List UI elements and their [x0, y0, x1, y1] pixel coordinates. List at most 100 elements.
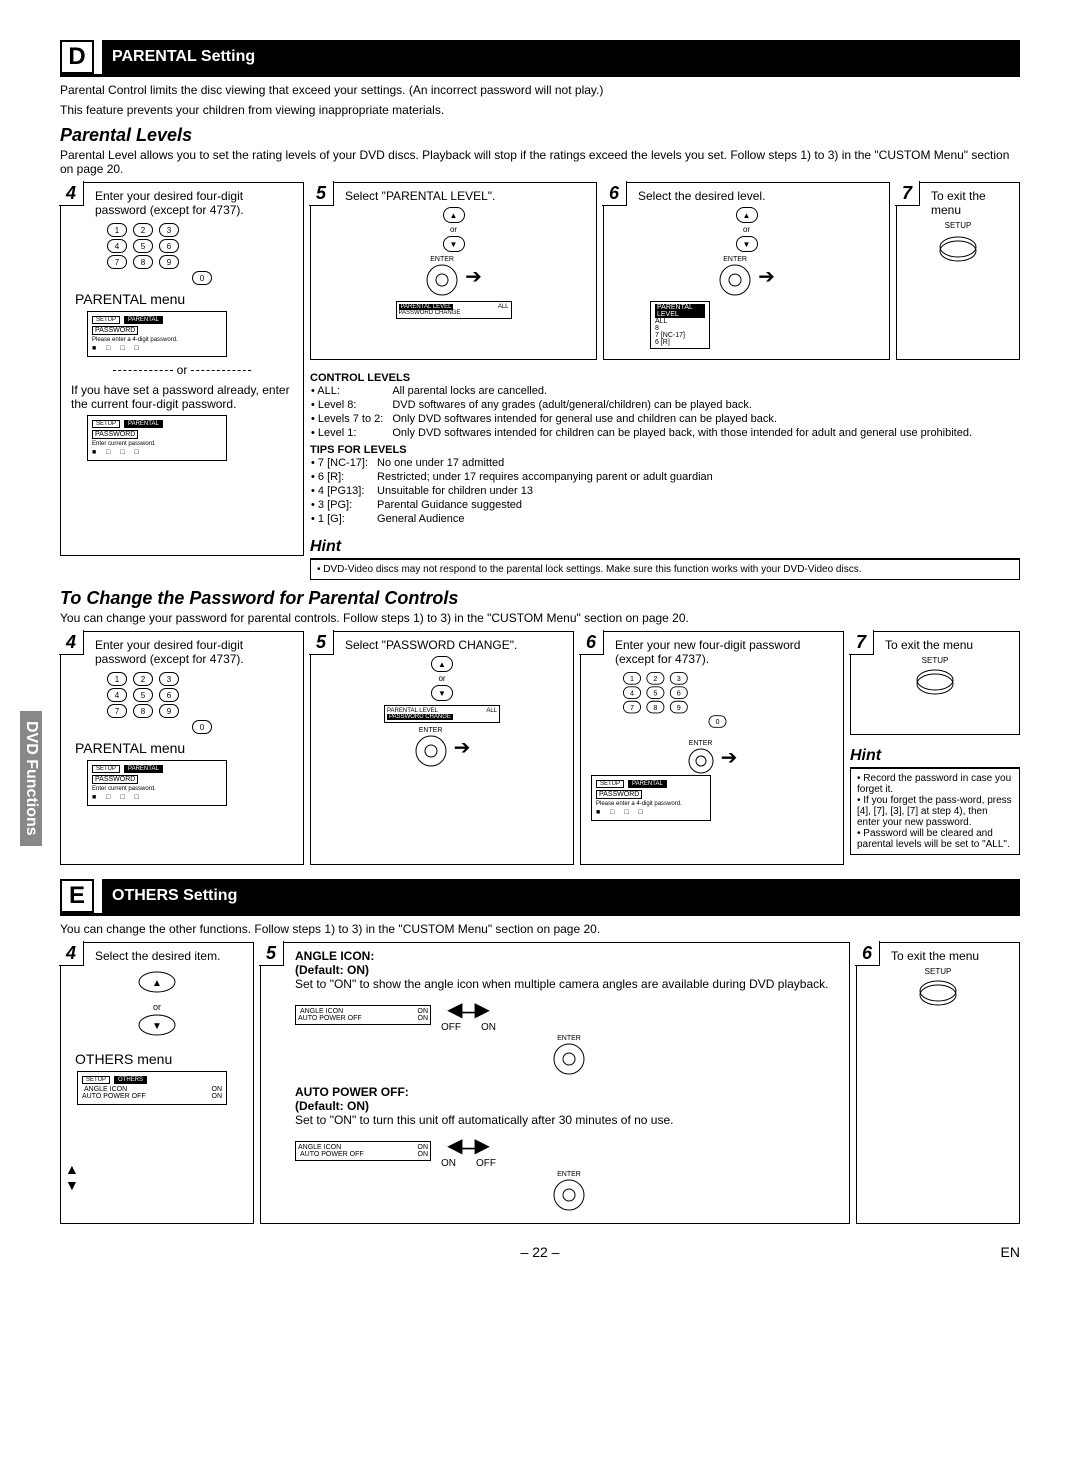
control-levels-title: CONTROL LEVELS: [310, 372, 1020, 384]
down-arrow-icon: ▼: [431, 685, 453, 701]
step-5b-text: Select "PASSWORD CHANGE".: [345, 638, 567, 652]
password-field: PASSWORD: [95, 327, 135, 334]
step-7b: 7 To exit the menu SETUP: [850, 631, 1020, 735]
hint-body: • DVD-Video discs may not respond to the…: [310, 560, 1020, 580]
keypad-icon: 123 456 789 0: [587, 672, 812, 728]
step-number: 6: [602, 181, 627, 206]
enter-wheel-icon: [687, 747, 715, 775]
others-steps: 4 Select the desired item. ▲ or ▼ OTHERS…: [60, 942, 1020, 1224]
section-title: OTHERS Setting: [102, 879, 1020, 913]
menu-msg: Please enter a 4-digit password.: [92, 337, 222, 343]
keypad-icon: 123 456 789 0: [67, 223, 297, 285]
menu-msg-2: Enter current password.: [92, 441, 222, 447]
step-number: 5: [309, 181, 334, 206]
step-5c: 5 ANGLE ICON: (Default: ON) Set to "ON" …: [260, 942, 850, 1224]
change-pwd-steps: 4 Enter your desired four-digit password…: [60, 631, 1020, 865]
hint-title: Hint: [310, 538, 1020, 560]
step-number: 7: [849, 630, 874, 655]
down-arrow-icon: ▼: [443, 236, 465, 252]
setup-button-icon: [915, 667, 955, 697]
parental-levels-steps: 4 Enter your desired four-digit password…: [60, 182, 1020, 580]
step-number: 5: [259, 941, 284, 966]
step-7: 7 To exit the menu SETUP: [896, 182, 1020, 360]
section-d-intro2: This feature prevents your children from…: [60, 103, 1020, 117]
parental-btn: PARENTAL: [124, 765, 163, 773]
parental-btn: PARENTAL: [628, 780, 667, 788]
setup-btn: SETUP: [92, 316, 120, 324]
password-dots: ■ □ □ □: [92, 794, 222, 801]
step-7-text: To exit the menu: [931, 189, 1013, 217]
parental-menu-box-b: SETUP PARENTAL PASSWORD Enter current pa…: [87, 760, 227, 806]
down-arrow-icon: ▼: [736, 236, 758, 252]
step-4b: 4 Enter your desired four-digit password…: [60, 631, 304, 865]
others-btn: OTHERS: [114, 1076, 147, 1084]
section-e-header: E OTHERS Setting: [60, 879, 1020, 916]
page-content: D PARENTAL Setting Parental Control limi…: [60, 40, 1020, 1260]
step-number: 4: [59, 181, 84, 206]
change-pwd-area: DVD Functions 4 Enter your desired four-…: [60, 631, 1020, 865]
enter-wheel-icon: [552, 1042, 586, 1076]
hint-body: • Record the password in case you forget…: [850, 769, 1020, 855]
password-dots: ■ □ □ □: [92, 449, 222, 456]
level-list: PARENTAL LEVEL ALL 8 7 [NC-17] 6 [R]: [650, 301, 710, 349]
right-arrow-icon: ➔: [758, 264, 775, 289]
svg-text:▲: ▲: [152, 978, 162, 989]
others-menu-label: OTHERS menu: [75, 1051, 247, 1067]
angle-desc: Set to "ON" to show the angle icon when …: [295, 977, 843, 991]
step7-and-hint: 7 To exit the menu SETUP Hint • Record t…: [850, 631, 1020, 855]
page-footer: – 22 – EN: [60, 1244, 1020, 1260]
parental-levels-desc: Parental Level allows you to set the rat…: [60, 148, 1020, 176]
hint-title: Hint: [850, 747, 1020, 769]
setup-btn: SETUP: [82, 1076, 110, 1084]
menu-msg-b: Enter current password.: [92, 786, 222, 792]
parental-btn: PARENTAL: [124, 316, 163, 324]
setup-label: SETUP: [903, 221, 1013, 230]
right-arrow-icon: ➔: [721, 745, 738, 770]
step-4b-text: Enter your desired four-digit password (…: [95, 638, 297, 666]
parental-levels-title: Parental Levels: [60, 125, 1020, 146]
section-title: PARENTAL Setting: [102, 40, 1020, 74]
enter-wheel-icon: [552, 1178, 586, 1212]
enter-label: ENTER: [295, 1035, 843, 1042]
or-small: or: [317, 225, 590, 234]
angle-toggle: ANGLE ICONON AUTO POWER OFFON: [295, 1005, 431, 1025]
step5-and-info: 5 Select "PARENTAL LEVEL". ▲ or ▼ ENTER …: [310, 182, 1020, 580]
enter-label: ENTER: [687, 740, 715, 747]
parental-btn: PARENTAL: [124, 420, 163, 428]
enter-label: ENTER: [414, 727, 448, 734]
setup-button-icon: [938, 234, 978, 264]
angle-title: ANGLE ICON:: [295, 949, 374, 963]
enter-label: ENTER: [295, 1171, 843, 1178]
step-5b: 5 Select "PASSWORD CHANGE". ▲ or ▼ PAREN…: [310, 631, 574, 865]
parental-menu-box-2: SETUP PARENTAL PASSWORD Enter current pa…: [87, 415, 227, 461]
right-arrow-icon: ➔: [454, 735, 471, 760]
step-6: 6 Select the desired level. ▲ or ▼ ENTER…: [603, 182, 890, 360]
step-number: 7: [895, 181, 920, 206]
right-arrow-icon: ➔: [465, 264, 482, 289]
menu-box-6b: SETUP PARENTAL PASSWORD Please enter a 4…: [591, 775, 711, 821]
enter-wheel-icon: [718, 263, 752, 297]
step-6b-text: Enter your new four-digit password (exce…: [615, 638, 837, 666]
dvd-functions-tab: DVD Functions: [20, 711, 42, 846]
section-letter: D: [60, 40, 94, 74]
hint-2: Hint • Record the password in case you f…: [850, 747, 1020, 855]
enter-label: ENTER: [718, 256, 752, 263]
auto-toggle: ANGLE ICONON AUTO POWER OFFON: [295, 1141, 431, 1161]
setup-label: SETUP: [863, 967, 1013, 976]
step-number: 6: [579, 630, 604, 655]
step-number: 5: [309, 630, 334, 655]
password-field: PASSWORD: [95, 776, 135, 783]
step-5-text: Select "PARENTAL LEVEL".: [345, 189, 590, 203]
nav-down-icon: ▼: [137, 1012, 177, 1042]
step-4c-text: Select the desired item.: [95, 949, 247, 963]
change-pwd-desc: You can change your password for parenta…: [60, 611, 1020, 625]
step-7b-text: To exit the menu: [885, 638, 1013, 652]
mini-menu-step5b: PARENTAL LEVELALL PASSWORD CHANGE: [384, 705, 500, 723]
nav-up-icon: ▲: [137, 969, 177, 999]
up-arrow-icon: ▲: [431, 656, 453, 672]
section-d-intro1: Parental Control limits the disc viewing…: [60, 83, 1020, 97]
step-4c: 4 Select the desired item. ▲ or ▼ OTHERS…: [60, 942, 254, 1224]
or-small: or: [67, 1002, 247, 1012]
password-field: PASSWORD: [95, 431, 135, 438]
step-6c-text: To exit the menu: [891, 949, 1013, 963]
